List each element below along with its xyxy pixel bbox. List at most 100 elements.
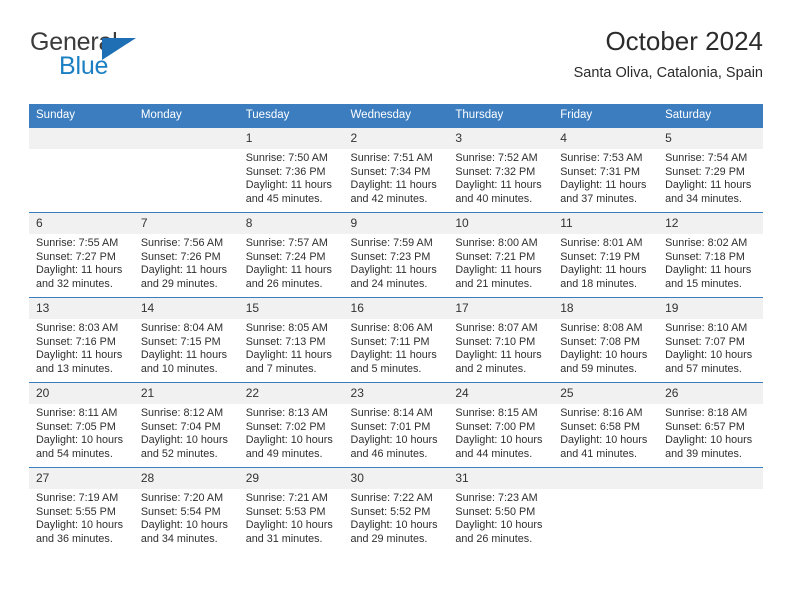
- calendar-day-cell-empty: [29, 127, 134, 213]
- day-number: [658, 468, 763, 489]
- sunset-text: Sunset: 7:29 PM: [665, 165, 745, 178]
- sunset-text: Sunset: 6:57 PM: [665, 420, 745, 433]
- sunset-text: Sunset: 7:23 PM: [350, 250, 431, 263]
- day-number: 26: [658, 383, 763, 404]
- calendar-day-cell[interactable]: 31 Sunrise: 7:23 AM Sunset: 5:50 PM Dayligh…: [448, 467, 554, 552]
- sunrise-text: Sunrise: 7:59 AM: [350, 237, 433, 249]
- day-sun-info: Sunrise: 8:05 AM Sunset: 7:13 PM Daylight:…: [239, 319, 344, 376]
- weekday-header-thursday: Thursday: [448, 104, 554, 128]
- day-sun-info: Sunrise: 8:03 AM Sunset: 7:16 PM Daylight:…: [29, 319, 134, 376]
- sunrise-text: Sunrise: 8:06 AM: [350, 322, 433, 334]
- calendar-day-cell[interactable]: 27 Sunrise: 7:19 AM Sunset: 5:55 PM Dayligh…: [29, 467, 134, 552]
- sunset-text: Sunset: 7:32 PM: [455, 165, 536, 178]
- daylight-text: Daylight: 10 hours and 39 minutes.: [665, 434, 753, 460]
- calendar-day-cell-empty: [553, 467, 659, 552]
- sunset-text: Sunset: 7:07 PM: [665, 335, 745, 348]
- calendar-day-cell[interactable]: 14 Sunrise: 8:04 AM Sunset: 7:15 PM Dayligh…: [133, 297, 239, 383]
- sunset-text: Sunset: 7:19 PM: [560, 250, 641, 263]
- calendar-day-cell[interactable]: 26 Sunrise: 8:18 AM Sunset: 6:57 PM Dayligh…: [658, 382, 763, 468]
- calendar-day-cell[interactable]: 7 Sunrise: 7:56 AM Sunset: 7:26 PM Daylight…: [133, 212, 239, 298]
- daylight-text: Daylight: 11 hours and 37 minutes.: [560, 179, 647, 205]
- sunrise-text: Sunrise: 7:22 AM: [350, 492, 433, 504]
- daylight-text: Daylight: 11 hours and 40 minutes.: [455, 179, 542, 205]
- day-sun-info: Sunrise: 7:23 AM Sunset: 5:50 PM Daylight:…: [448, 489, 553, 546]
- day-number: 9: [343, 213, 449, 234]
- calendar-day-cell[interactable]: 18 Sunrise: 8:08 AM Sunset: 7:08 PM Dayligh…: [553, 297, 659, 383]
- calendar-day-cell[interactable]: 9 Sunrise: 7:59 AM Sunset: 7:23 PM Daylight…: [343, 212, 449, 298]
- calendar-day-cell[interactable]: 29 Sunrise: 7:21 AM Sunset: 5:53 PM Dayligh…: [238, 467, 344, 552]
- calendar-day-cell[interactable]: 3 Sunrise: 7:52 AM Sunset: 7:32 PM Daylight…: [448, 127, 554, 213]
- calendar-day-cell[interactable]: 4 Sunrise: 7:53 AM Sunset: 7:31 PM Daylight…: [553, 127, 659, 213]
- day-number: [133, 128, 239, 149]
- daylight-text: Daylight: 11 hours and 29 minutes.: [140, 264, 228, 290]
- sunset-text: Sunset: 7:05 PM: [36, 420, 116, 433]
- daylight-text: Daylight: 11 hours and 18 minutes.: [560, 264, 647, 290]
- sunrise-text: Sunrise: 8:00 AM: [455, 237, 538, 249]
- day-sun-info: Sunrise: 8:12 AM Sunset: 7:04 PM Daylight:…: [134, 404, 239, 461]
- day-number: 24: [448, 383, 554, 404]
- day-number: 20: [29, 383, 134, 404]
- calendar-day-cell[interactable]: 30 Sunrise: 7:22 AM Sunset: 5:52 PM Dayligh…: [343, 467, 449, 552]
- calendar-day-cell[interactable]: 20 Sunrise: 8:11 AM Sunset: 7:05 PM Dayligh…: [29, 382, 134, 468]
- sunset-text: Sunset: 7:24 PM: [245, 250, 326, 263]
- day-sun-info: Sunrise: 8:01 AM Sunset: 7:19 PM Daylight:…: [553, 234, 658, 291]
- sunset-text: Sunset: 7:18 PM: [665, 250, 745, 263]
- sunrise-text: Sunrise: 8:04 AM: [140, 322, 224, 334]
- day-number: 27: [29, 468, 134, 489]
- calendar-day-cell[interactable]: 19 Sunrise: 8:10 AM Sunset: 7:07 PM Dayligh…: [658, 297, 763, 383]
- daylight-text: Daylight: 11 hours and 32 minutes.: [36, 264, 123, 290]
- calendar-day-cell[interactable]: 5 Sunrise: 7:54 AM Sunset: 7:29 PM Daylight…: [658, 127, 763, 213]
- calendar-day-cell[interactable]: 8 Sunrise: 7:57 AM Sunset: 7:24 PM Daylight…: [238, 212, 344, 298]
- calendar-day-cell[interactable]: 21 Sunrise: 8:12 AM Sunset: 7:04 PM Dayligh…: [133, 382, 239, 468]
- day-number: 31: [448, 468, 554, 489]
- sunset-text: Sunset: 7:00 PM: [455, 420, 536, 433]
- day-number: 8: [238, 213, 344, 234]
- calendar-day-cell[interactable]: 24 Sunrise: 8:15 AM Sunset: 7:00 PM Dayligh…: [448, 382, 554, 468]
- day-number: [29, 128, 134, 149]
- sunset-text: Sunset: 7:26 PM: [140, 250, 221, 263]
- calendar-day-cell[interactable]: 12 Sunrise: 8:02 AM Sunset: 7:18 PM Dayligh…: [658, 212, 763, 298]
- calendar-day-cell[interactable]: 16 Sunrise: 8:06 AM Sunset: 7:11 PM Dayligh…: [343, 297, 449, 383]
- calendar-day-cell[interactable]: 22 Sunrise: 8:13 AM Sunset: 7:02 PM Dayligh…: [238, 382, 344, 468]
- daylight-text: Daylight: 10 hours and 59 minutes.: [560, 349, 648, 375]
- daylight-text: Daylight: 10 hours and 44 minutes.: [455, 434, 543, 460]
- day-sun-info: Sunrise: 8:18 AM Sunset: 6:57 PM Daylight:…: [658, 404, 763, 461]
- daylight-text: Daylight: 11 hours and 24 minutes.: [350, 264, 437, 290]
- day-number: 4: [553, 128, 659, 149]
- sunset-text: Sunset: 6:58 PM: [560, 420, 641, 433]
- general-blue-logo: General Blue: [29, 26, 249, 86]
- calendar-day-cell[interactable]: 11 Sunrise: 8:01 AM Sunset: 7:19 PM Dayligh…: [553, 212, 659, 298]
- weekday-header-friday: Friday: [553, 104, 659, 128]
- calendar-day-cell[interactable]: 25 Sunrise: 8:16 AM Sunset: 6:58 PM Dayligh…: [553, 382, 659, 468]
- calendar-day-cell[interactable]: 10 Sunrise: 8:00 AM Sunset: 7:21 PM Dayligh…: [448, 212, 554, 298]
- sunrise-text: Sunrise: 7:19 AM: [36, 492, 119, 504]
- calendar-day-cell[interactable]: 1 Sunrise: 7:50 AM Sunset: 7:36 PM Daylight…: [238, 127, 344, 213]
- sunrise-text: Sunrise: 8:10 AM: [665, 322, 748, 334]
- day-sun-info: Sunrise: 8:11 AM Sunset: 7:05 PM Daylight:…: [29, 404, 134, 461]
- calendar-day-cell[interactable]: 28 Sunrise: 7:20 AM Sunset: 5:54 PM Dayligh…: [133, 467, 239, 552]
- calendar-day-cell[interactable]: 23 Sunrise: 8:14 AM Sunset: 7:01 PM Dayligh…: [343, 382, 449, 468]
- calendar-day-cell[interactable]: 2 Sunrise: 7:51 AM Sunset: 7:34 PM Daylight…: [343, 127, 449, 213]
- day-number: 12: [658, 213, 763, 234]
- sunset-text: Sunset: 7:02 PM: [245, 420, 326, 433]
- daylight-text: Daylight: 10 hours and 49 minutes.: [245, 434, 333, 460]
- sunset-text: Sunset: 7:01 PM: [350, 420, 431, 433]
- calendar-day-cell[interactable]: 17 Sunrise: 8:07 AM Sunset: 7:10 PM Dayligh…: [448, 297, 554, 383]
- calendar-day-cell[interactable]: 15 Sunrise: 8:05 AM Sunset: 7:13 PM Dayligh…: [238, 297, 344, 383]
- daylight-text: Daylight: 10 hours and 36 minutes.: [36, 519, 124, 545]
- day-sun-info: Sunrise: 7:52 AM Sunset: 7:32 PM Daylight:…: [448, 149, 553, 206]
- weekday-header-tuesday: Tuesday: [238, 104, 344, 128]
- day-sun-info: Sunrise: 7:21 AM Sunset: 5:53 PM Daylight:…: [239, 489, 344, 546]
- calendar-day-cell[interactable]: 6 Sunrise: 7:55 AM Sunset: 7:27 PM Daylight…: [29, 212, 134, 298]
- calendar-week-row: 20 Sunrise: 8:11 AM Sunset: 7:05 PM Dayligh…: [29, 382, 763, 468]
- sunrise-text: Sunrise: 8:16 AM: [560, 407, 643, 419]
- sunrise-text: Sunrise: 7:20 AM: [140, 492, 224, 504]
- day-number: 1: [238, 128, 344, 149]
- day-number: 6: [29, 213, 134, 234]
- sunset-text: Sunset: 7:10 PM: [455, 335, 536, 348]
- day-sun-info: Sunrise: 8:07 AM Sunset: 7:10 PM Daylight:…: [448, 319, 553, 376]
- calendar-day-cell[interactable]: 13 Sunrise: 8:03 AM Sunset: 7:16 PM Dayligh…: [29, 297, 134, 383]
- daylight-text: Daylight: 10 hours and 29 minutes.: [350, 519, 438, 545]
- daylight-text: Daylight: 11 hours and 34 minutes.: [665, 179, 752, 205]
- sunrise-text: Sunrise: 7:52 AM: [455, 152, 538, 164]
